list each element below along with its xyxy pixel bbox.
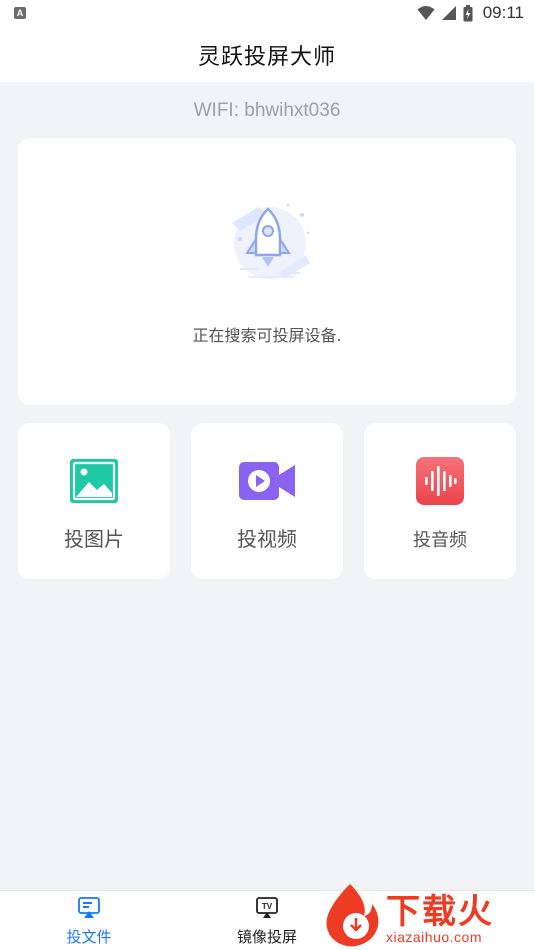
flame-logo-icon xyxy=(326,884,379,947)
tab-mirror-screen-label: 镜像投屏 xyxy=(236,928,297,946)
tab-cast-file-label: 投文件 xyxy=(66,928,112,946)
cast-video-label: 投视频 xyxy=(237,527,297,551)
tab-mirror-screen[interactable]: TV 镜像投屏 xyxy=(207,891,327,950)
tab-cast-file[interactable]: 投文件 xyxy=(29,891,149,950)
image-icon xyxy=(70,459,118,503)
cast-video-button[interactable]: 投视频 xyxy=(191,423,343,579)
battery-icon xyxy=(463,4,473,21)
cast-file-icon xyxy=(78,897,100,918)
page-title: 灵跃投屏大师 xyxy=(197,45,336,70)
cast-audio-button[interactable]: 投音频 xyxy=(364,423,516,579)
video-icon xyxy=(239,462,295,500)
watermark-subtext: xiazaihuo.com xyxy=(386,929,482,945)
rocket-icon xyxy=(232,203,310,279)
status-icons: 09:11 xyxy=(417,3,524,23)
audio-icon xyxy=(416,457,464,505)
search-status-text: 正在搜索可投屏设备. xyxy=(192,326,342,345)
tv-mirror-icon: TV xyxy=(256,897,278,918)
wifi-label: WIFI: bhwihxt036 xyxy=(193,100,341,121)
watermark-text: 下载火 xyxy=(386,892,494,932)
wifi-signal-icon xyxy=(417,6,435,20)
cast-audio-label: 投音频 xyxy=(413,530,467,551)
status-time: 09:11 xyxy=(482,3,524,22)
device-search-card: 正在搜索可投屏设备. xyxy=(18,138,516,405)
status-bar: A 09:11 xyxy=(0,0,534,28)
cast-image-label: 投图片 xyxy=(64,527,124,551)
cell-signal-icon xyxy=(441,6,456,20)
cast-image-button[interactable]: 投图片 xyxy=(18,423,170,579)
svg-text:TV: TV xyxy=(262,902,273,911)
notification-badge: A xyxy=(14,7,26,19)
app-header: 灵跃投屏大师 xyxy=(0,28,534,82)
watermark-logo: 下载火 xiazaihuo.com xyxy=(316,880,534,950)
